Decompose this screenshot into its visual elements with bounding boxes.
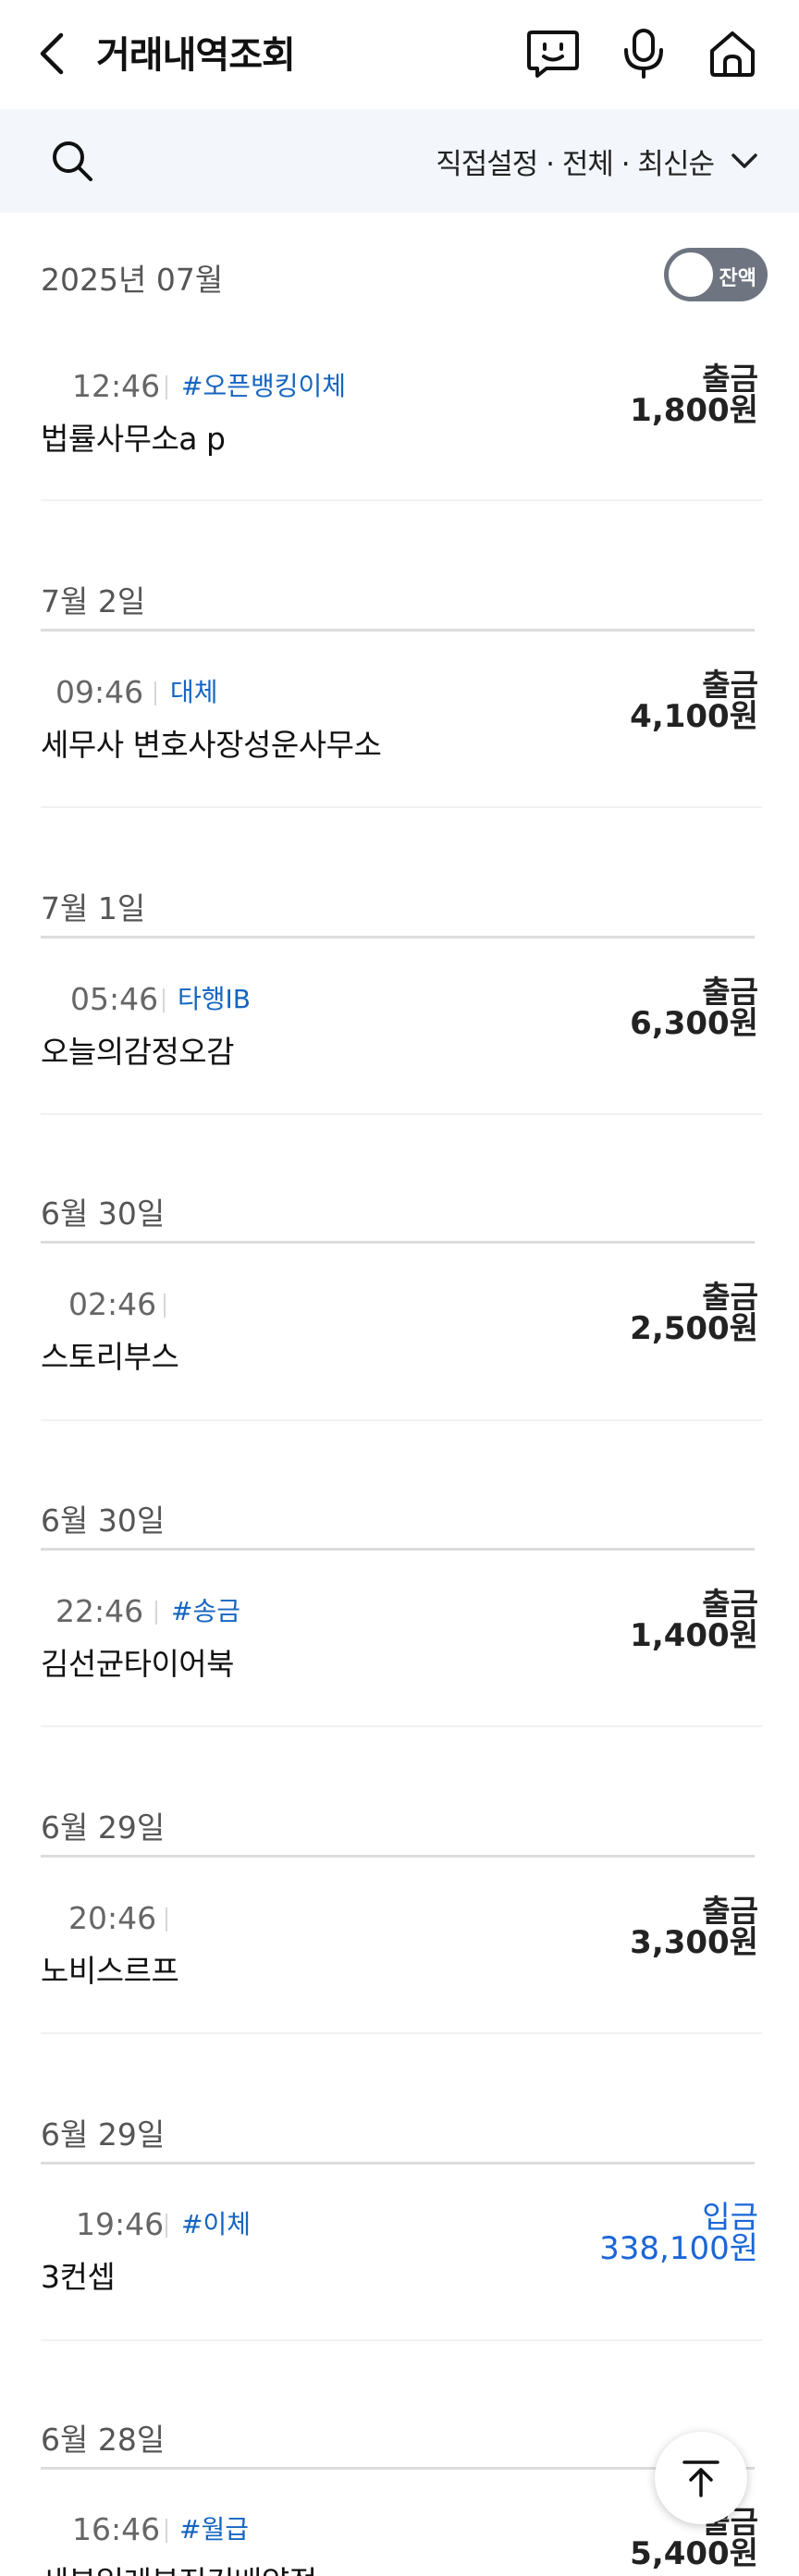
transaction-item[interactable]: 09:46 대체 세무사 변호사장성운사무소 출금 4,100원 bbox=[0, 667, 799, 813]
transaction-item[interactable]: 16:46 #월급 세븐일레븐진건배양점 출금 5,400원 bbox=[0, 2504, 799, 2576]
date-divider bbox=[41, 1855, 755, 1858]
toggle-knob bbox=[667, 251, 715, 299]
arrow-up-icon bbox=[682, 2460, 719, 2497]
filter-bar: 직접설정 · 전체 · 최신순 bbox=[0, 109, 799, 213]
voice-button[interactable] bbox=[616, 26, 671, 81]
date-header: 6월 30일 bbox=[41, 1503, 166, 1539]
transaction-name: 세븐일레븐진건배양점 bbox=[41, 2562, 317, 2576]
chevron-down-icon bbox=[731, 153, 757, 168]
transaction-time: 12:46 bbox=[72, 368, 161, 404]
date-divider bbox=[41, 1548, 755, 1551]
transaction-name: 법률사무소a p bbox=[41, 421, 226, 457]
row-divider bbox=[41, 806, 762, 808]
transaction-item[interactable]: 22:46 #송금 김선균타이어북 출금 1,400원 bbox=[0, 1586, 799, 1732]
transaction-name: 김선균타이어북 bbox=[41, 1646, 235, 1682]
transaction-tag: #송금 bbox=[171, 1596, 240, 1626]
transaction-time: 09:46 bbox=[55, 674, 144, 710]
row-divider bbox=[41, 499, 762, 501]
transaction-time: 19:46 bbox=[76, 2206, 165, 2242]
transaction-item[interactable]: 19:46 #이체 3컨셉 입금 338,100원 bbox=[0, 2199, 799, 2345]
transaction-name: 스토리부스 bbox=[41, 1339, 179, 1375]
filter-summary: 직접설정 · 전체 · 최신순 bbox=[436, 147, 715, 181]
transaction-time: 05:46 bbox=[70, 981, 159, 1017]
top-bar: 거래내역조회 bbox=[0, 0, 799, 109]
transaction-item[interactable]: 12:46 #오픈뱅킹이체 법률사무소a p 출금 1,800원 bbox=[0, 361, 799, 507]
search-icon bbox=[53, 141, 92, 181]
date-header: 6월 29일 bbox=[41, 2116, 166, 2153]
transaction-name: 3컨셉 bbox=[41, 2259, 116, 2295]
transaction-tag: #월급 bbox=[179, 2514, 249, 2545]
home-button[interactable] bbox=[705, 26, 760, 81]
transaction-item[interactable]: 20:46 노비스르프 출금 3,300원 bbox=[0, 1893, 799, 2039]
transaction-amount: 5,400원 bbox=[630, 2535, 758, 2572]
date-header: 6월 30일 bbox=[41, 1196, 166, 1232]
transaction-time: 02:46 bbox=[68, 1286, 157, 1322]
transaction-amount: 6,300원 bbox=[630, 1005, 758, 1042]
date-divider bbox=[41, 1241, 755, 1244]
transaction-amount: 4,100원 bbox=[630, 698, 758, 735]
date-divider bbox=[41, 629, 755, 632]
back-button[interactable] bbox=[35, 26, 76, 81]
transaction-tag: 타행IB bbox=[178, 984, 251, 1014]
row-divider bbox=[41, 2032, 762, 2034]
separator bbox=[163, 988, 165, 1012]
separator bbox=[164, 1294, 166, 1318]
date-header: 6월 29일 bbox=[41, 1809, 166, 1846]
transaction-name: 노비스르프 bbox=[41, 1953, 179, 1989]
balance-toggle[interactable]: 잔액 bbox=[664, 248, 768, 301]
transaction-amount: 338,100원 bbox=[599, 2230, 758, 2267]
month-label: 2025년 07월 bbox=[41, 262, 224, 298]
chatbot-button[interactable] bbox=[525, 26, 581, 81]
row-divider bbox=[41, 2339, 762, 2341]
transaction-tag: 대체 bbox=[170, 677, 218, 707]
transaction-time: 16:46 bbox=[72, 2511, 161, 2547]
transaction-tag: #이체 bbox=[181, 2209, 251, 2239]
transaction-time: 20:46 bbox=[68, 1900, 157, 1936]
transaction-item[interactable]: 02:46 스토리부스 출금 2,500원 bbox=[0, 1279, 799, 1425]
home-icon bbox=[710, 31, 755, 77]
date-header: 7월 1일 bbox=[41, 890, 146, 926]
transaction-time: 22:46 bbox=[55, 1593, 144, 1629]
date-divider bbox=[41, 2467, 755, 2470]
balance-toggle-label: 잔액 bbox=[719, 267, 756, 290]
transaction-name: 세무사 변호사장성운사무소 bbox=[41, 727, 382, 763]
transaction-amount: 2,500원 bbox=[630, 1310, 758, 1347]
page-title: 거래내역조회 bbox=[96, 34, 296, 77]
separator bbox=[166, 375, 167, 399]
separator bbox=[166, 2214, 167, 2238]
transaction-tag: #오픈뱅킹이체 bbox=[181, 371, 347, 401]
filter-dropdown[interactable]: 직접설정 · 전체 · 최신순 bbox=[436, 135, 758, 187]
transaction-amount: 1,400원 bbox=[630, 1617, 758, 1654]
date-header: 7월 2일 bbox=[41, 583, 146, 619]
separator bbox=[166, 2519, 167, 2543]
transaction-amount: 1,800원 bbox=[630, 392, 758, 429]
transaction-amount: 3,300원 bbox=[630, 1924, 758, 1961]
row-divider bbox=[41, 1725, 762, 1727]
separator bbox=[154, 681, 156, 705]
transaction-item[interactable]: 05:46 타행IB 오늘의감정오감 출금 6,300원 bbox=[0, 974, 799, 1120]
row-divider bbox=[41, 1113, 762, 1115]
scroll-to-top-button[interactable] bbox=[655, 2432, 747, 2524]
date-divider bbox=[41, 2162, 755, 2165]
chat-bot-icon bbox=[527, 31, 579, 78]
transaction-name: 오늘의감정오감 bbox=[41, 1034, 235, 1070]
date-divider bbox=[41, 936, 755, 938]
date-header: 6월 28일 bbox=[41, 2422, 166, 2458]
back-arrow-icon bbox=[40, 32, 64, 75]
search-button[interactable] bbox=[46, 135, 98, 187]
row-divider bbox=[41, 1419, 762, 1421]
separator bbox=[166, 1907, 167, 1932]
microphone-icon bbox=[624, 29, 663, 79]
month-header: 2025년 07월 잔액 bbox=[0, 242, 799, 309]
separator bbox=[155, 1601, 157, 1625]
